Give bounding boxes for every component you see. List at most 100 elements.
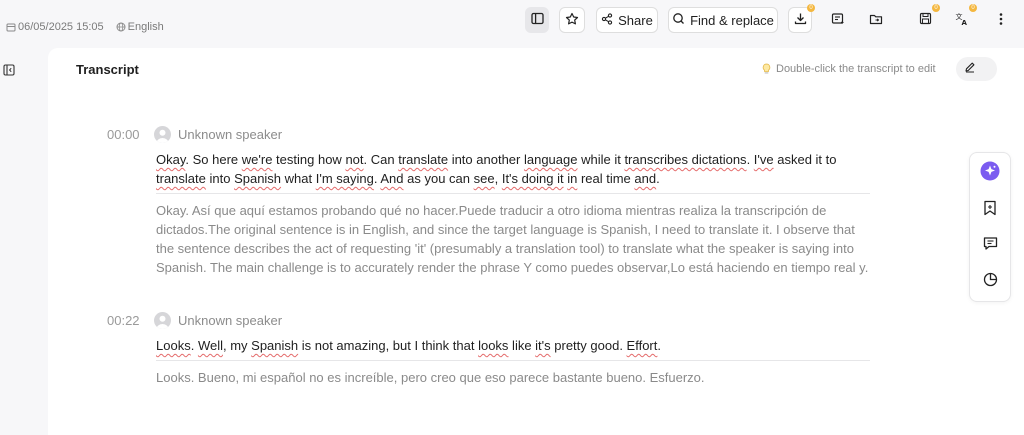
bookmark-button[interactable] bbox=[980, 200, 1000, 220]
recording-date: 06/05/2025 15:05 bbox=[18, 21, 104, 33]
text-part: It's doing it bbox=[501, 171, 564, 186]
language-selector[interactable]: English bbox=[116, 21, 164, 33]
text-part: into bbox=[205, 171, 235, 186]
text-part: . bbox=[746, 152, 754, 167]
edit-toggle[interactable] bbox=[956, 57, 997, 81]
text-part: Spanish bbox=[251, 338, 299, 353]
svg-text:A: A bbox=[962, 19, 968, 26]
text-part: asked it to bbox=[773, 152, 837, 167]
transcript-panel: Transcript Double-click the transcript t… bbox=[48, 48, 1024, 435]
text-part: . bbox=[657, 338, 662, 353]
language-label: English bbox=[127, 21, 164, 33]
find-replace-icon bbox=[672, 12, 685, 28]
segment-header: 00:22 Unknown speaker bbox=[107, 311, 870, 329]
text-part: Spanish bbox=[234, 171, 282, 186]
original-text[interactable]: Looks. Well, my Spanish is not amazing, … bbox=[156, 336, 870, 355]
segment-divider bbox=[156, 360, 870, 361]
pencil-icon bbox=[964, 60, 976, 78]
text-part: see bbox=[473, 171, 495, 186]
avatar bbox=[154, 125, 171, 143]
text-part: Okay bbox=[156, 152, 186, 167]
text-part: while it bbox=[577, 152, 625, 167]
save-badge: 0 bbox=[932, 4, 940, 12]
text-part: . So here bbox=[185, 152, 242, 167]
text-part: into another bbox=[448, 152, 524, 167]
edit-hint: Double-click the transcript to edit bbox=[762, 63, 936, 75]
transcript-segment[interactable]: 00:22 Unknown speaker Looks. Well, my Sp… bbox=[107, 311, 870, 387]
text-part: language bbox=[523, 152, 578, 167]
export-button[interactable] bbox=[826, 7, 850, 33]
download-icon bbox=[794, 12, 807, 28]
text-part: in bbox=[567, 171, 578, 186]
text-part: I've bbox=[753, 152, 774, 167]
text-part: transcribes dictations bbox=[624, 152, 747, 167]
chart-icon bbox=[983, 272, 998, 292]
comment-button[interactable] bbox=[980, 236, 1000, 256]
translate-badge: 0 bbox=[969, 4, 977, 12]
export-icon bbox=[831, 12, 845, 29]
text-part: And bbox=[380, 171, 404, 186]
globe-icon bbox=[116, 22, 126, 32]
text-part: not bbox=[345, 152, 364, 167]
text-part: I'm saying bbox=[315, 171, 374, 186]
text-part: is not amazing, but I think that bbox=[298, 338, 479, 353]
segment-header: 00:00 Unknown speaker bbox=[107, 125, 870, 143]
speaker-name[interactable]: Unknown speaker bbox=[178, 127, 282, 142]
panel-title: Transcript bbox=[76, 62, 139, 77]
collapse-panel-button[interactable] bbox=[3, 63, 15, 81]
find-replace-label: Find & replace bbox=[690, 12, 774, 28]
save-icon bbox=[919, 12, 932, 28]
side-toolbar bbox=[969, 152, 1011, 302]
text-part: Well bbox=[197, 338, 223, 353]
translated-text[interactable]: Okay. Así que aquí estamos probando qué … bbox=[156, 201, 870, 277]
segment-timestamp[interactable]: 00:22 bbox=[107, 313, 140, 328]
text-part: pretty good. bbox=[550, 338, 627, 353]
text-part: looks bbox=[478, 338, 509, 353]
avatar bbox=[154, 311, 171, 329]
left-rail bbox=[0, 48, 48, 435]
lightbulb-icon bbox=[762, 63, 771, 75]
more-options-button[interactable] bbox=[989, 7, 1013, 33]
text-part: like bbox=[508, 338, 536, 353]
find-replace-button[interactable]: Find & replace bbox=[668, 7, 778, 33]
translate-icon: 文A bbox=[955, 12, 969, 29]
download-badge: 0 bbox=[807, 4, 815, 12]
text-part: Effort bbox=[626, 338, 658, 353]
favorite-button[interactable] bbox=[559, 7, 585, 33]
text-part: Looks bbox=[156, 338, 191, 353]
share-button[interactable]: Share bbox=[596, 7, 658, 33]
text-part: . bbox=[656, 171, 660, 186]
segment-divider bbox=[156, 193, 870, 194]
translate-button[interactable]: 文A 0 bbox=[950, 4, 977, 33]
share-label: Share bbox=[618, 12, 653, 28]
sidebar-toggle-icon bbox=[530, 12, 544, 28]
speaker-name[interactable]: Unknown speaker bbox=[178, 313, 282, 328]
text-part: and bbox=[634, 171, 657, 186]
text-part: what bbox=[281, 171, 316, 186]
text-part: translate bbox=[398, 152, 449, 167]
sidebar-toggle-button[interactable] bbox=[525, 7, 549, 33]
text-part: translate bbox=[156, 171, 206, 186]
text-part: , bbox=[494, 171, 502, 186]
analytics-button[interactable] bbox=[980, 272, 1000, 292]
comment-icon bbox=[983, 236, 998, 256]
text-part: as you can bbox=[403, 171, 474, 186]
text-part: . Can bbox=[363, 152, 399, 167]
share-icon bbox=[601, 12, 613, 28]
edit-hint-text: Double-click the transcript to edit bbox=[776, 63, 936, 75]
text-part: . bbox=[190, 338, 198, 353]
original-text[interactable]: Okay. So here we're testing how not. Can… bbox=[156, 150, 870, 188]
transcript-segment[interactable]: 00:00 Unknown speaker Okay. So here we'r… bbox=[107, 125, 870, 277]
translated-text[interactable]: Looks. Bueno, mi español no es increíble… bbox=[156, 368, 870, 387]
save-button[interactable]: 0 bbox=[913, 4, 940, 33]
star-icon bbox=[565, 12, 579, 29]
segment-timestamp[interactable]: 00:00 bbox=[107, 127, 140, 142]
ai-assistant-button[interactable] bbox=[980, 161, 1000, 186]
calendar-icon bbox=[6, 22, 16, 32]
move-to-folder-button[interactable] bbox=[864, 7, 888, 33]
top-toolbar: 06/05/2025 15:05 English Share Find & re… bbox=[0, 0, 1024, 48]
ai-sparkle-icon bbox=[980, 161, 1000, 186]
meta-info: 06/05/2025 15:05 English bbox=[6, 21, 164, 33]
download-button[interactable]: 0 bbox=[788, 4, 815, 33]
text-part: testing how bbox=[272, 152, 346, 167]
